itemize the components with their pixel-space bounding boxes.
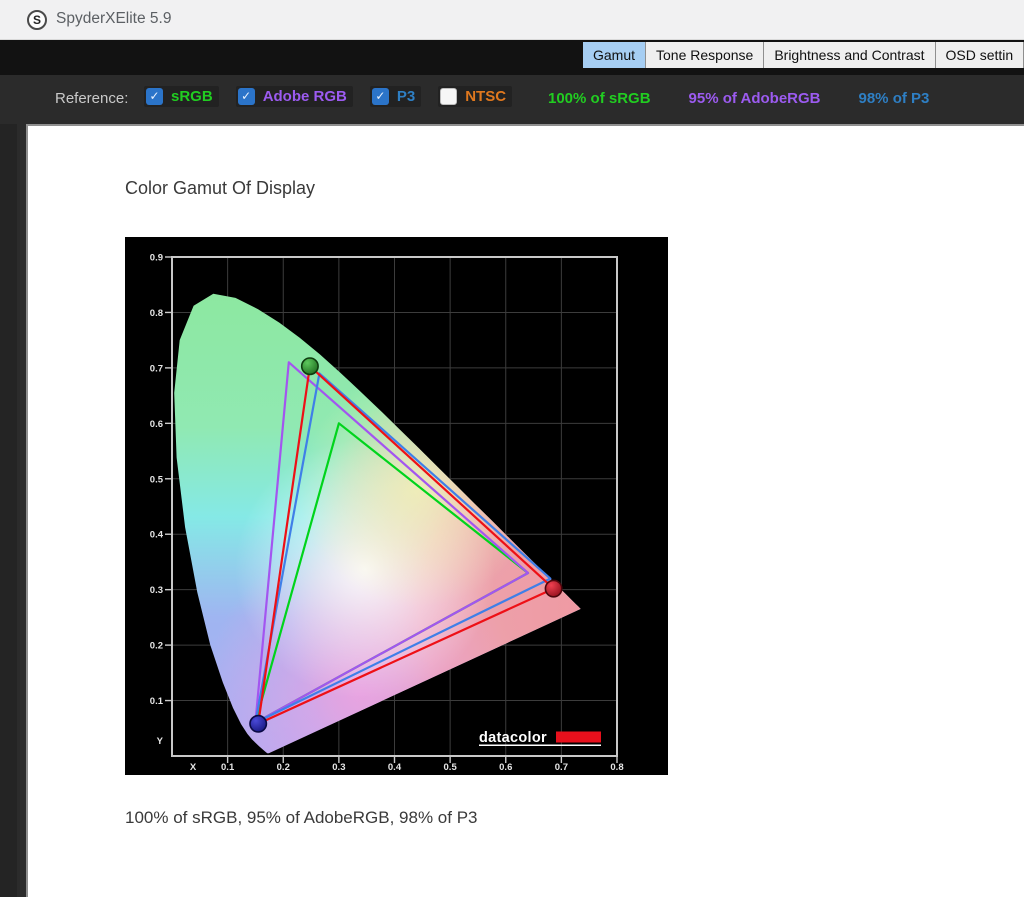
gamut-chart: 0.1 0.2 0.3 0.4 0.5 0.6 0.7 0.8 0.1 0.2 0.3 0.4 0.5 0… — [125, 237, 668, 775]
axis-tick-label: 0.7 — [555, 762, 568, 773]
datacolor-logo-bar — [556, 732, 601, 743]
axis-tick-label: 0.3 — [332, 762, 345, 773]
content-panel: Color Gamut Of Display — [26, 124, 1024, 897]
axis-tick-label: 0.4 — [150, 530, 164, 541]
reference-option-adobe-rgb[interactable]: ✓ Adobe RGB — [236, 86, 353, 107]
reference-option-label: Adobe RGB — [263, 88, 347, 105]
gamut-percentage: 98% of P3 — [859, 90, 930, 107]
axis-tick-label: 0.3 — [150, 585, 163, 596]
gamut-chart-svg: 0.1 0.2 0.3 0.4 0.5 0.6 0.7 0.8 0.1 0.2 0.3 0.4 0.5 0… — [125, 237, 668, 775]
gamut-summary-caption: 100% of sRGB, 95% of AdobeRGB, 98% of P3 — [125, 808, 477, 828]
axis-tick-label: X — [190, 762, 197, 773]
reference-option-label: NTSC — [465, 88, 506, 105]
checkbox-checked-icon[interactable]: ✓ — [238, 88, 255, 105]
left-rail — [0, 124, 17, 897]
axis-tick-label: 0.8 — [150, 308, 163, 319]
axis-tick-label: 0.1 — [221, 762, 235, 773]
axis-tick-label: 0.5 — [150, 474, 164, 485]
reference-option-ntsc[interactable]: NTSC — [438, 86, 512, 107]
reference-option-label: P3 — [397, 88, 415, 105]
tab-brightness-and-contrast[interactable]: Brightness and Contrast — [764, 42, 935, 68]
blue-primary-marker — [250, 716, 266, 732]
axis-tick-label: 0.2 — [150, 641, 163, 652]
axis-tick-label: 0.2 — [277, 762, 290, 773]
gamut-percentage: 95% of AdobeRGB — [689, 90, 821, 107]
axis-tick-label: 0.6 — [150, 419, 163, 430]
datacolor-logo-underline — [479, 745, 601, 747]
datacolor-logo-text: datacolor — [479, 730, 547, 746]
reference-option-label: sRGB — [171, 88, 213, 105]
green-primary-marker — [302, 358, 318, 374]
axis-tick-label: 0.9 — [150, 253, 163, 264]
axis-tick-label: Y — [157, 736, 164, 747]
reference-option-p3[interactable]: ✓ P3 — [370, 86, 421, 107]
window-title: SpyderXElite 5.9 — [56, 10, 171, 28]
page-title: Color Gamut Of Display — [125, 178, 315, 199]
datacolor-logo: datacolor — [479, 730, 601, 746]
tab-gamut[interactable]: Gamut — [583, 42, 646, 68]
axis-tick-label: 0.8 — [610, 762, 623, 773]
axis-tick-label: 0.4 — [388, 762, 402, 773]
red-primary-marker — [545, 580, 561, 596]
title-bar: S SpyderXElite 5.9 — [0, 0, 1024, 40]
reference-options: ✓ sRGB ✓ Adobe RGB ✓ P3 NTSC — [144, 86, 529, 107]
reference-option-srgb[interactable]: ✓ sRGB — [144, 86, 219, 107]
axis-tick-label: 0.7 — [150, 363, 163, 374]
axis-tick-label: 0.1 — [150, 696, 164, 707]
reference-label: Reference: — [55, 90, 128, 107]
reference-toolbar: Reference: ✓ sRGB ✓ Adobe RGB ✓ P3 NTSC 100% o… — [0, 75, 1024, 124]
tab-tone-response[interactable]: Tone Response — [646, 42, 764, 68]
gamut-percentage: 100% of sRGB — [548, 90, 651, 107]
gamut-percentages: 100% of sRGB 95% of AdobeRGB 98% of P3 — [548, 90, 929, 107]
checkbox-unchecked-icon[interactable] — [440, 88, 457, 105]
tab-band: GamutTone ResponseBrightness and Contras… — [0, 40, 1024, 75]
checkbox-checked-icon[interactable]: ✓ — [372, 88, 389, 105]
axis-tick-label: 0.6 — [499, 762, 512, 773]
tab-strip: GamutTone ResponseBrightness and Contras… — [583, 42, 1024, 68]
axis-tick-label: 0.5 — [444, 762, 458, 773]
app-icon: S — [27, 10, 47, 30]
checkbox-checked-icon[interactable]: ✓ — [146, 88, 163, 105]
tab-osd-settin[interactable]: OSD settin — [936, 42, 1024, 68]
